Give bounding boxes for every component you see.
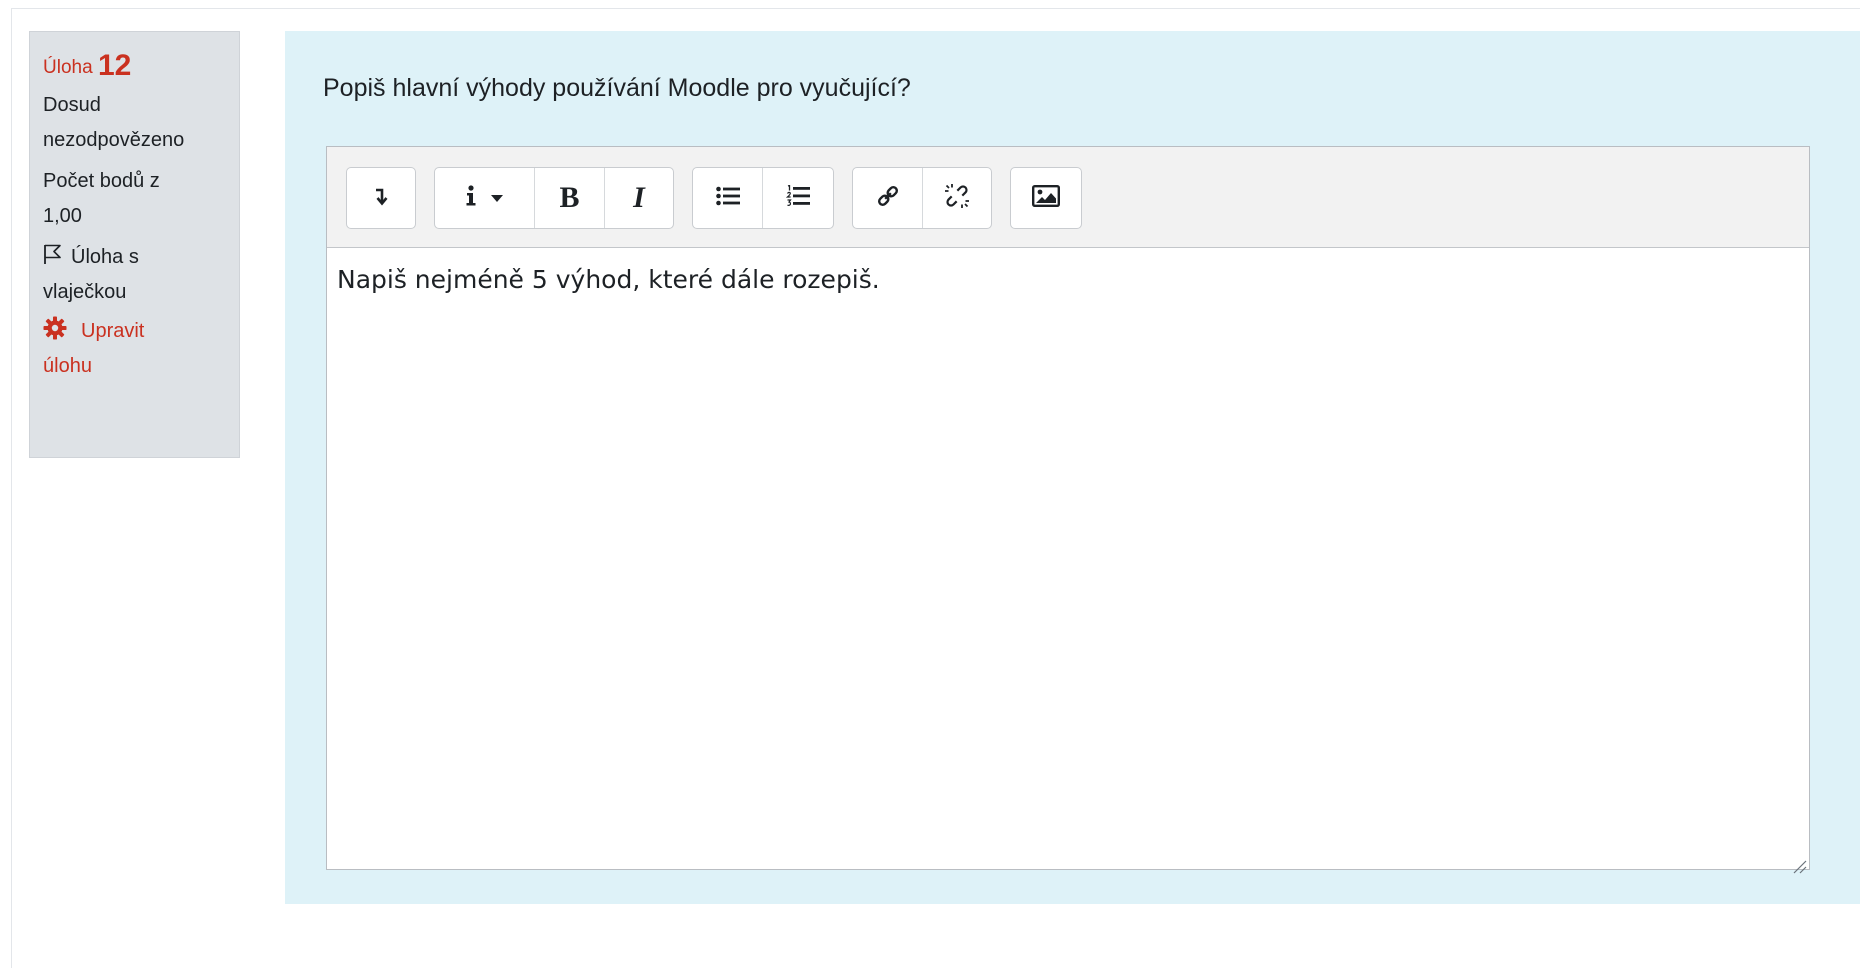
question-text: Popiš hlavní výhody používání Moodle pro…: [323, 74, 911, 102]
question-number-value: 12: [97, 49, 132, 82]
unlink-icon: [944, 183, 970, 214]
expand-toolbar-icon: [373, 186, 389, 211]
edit-label-1[interactable]: Upravit: [81, 320, 144, 342]
gear-icon: [43, 316, 67, 340]
toolbar-group-media: [1010, 167, 1082, 229]
edit-question-link[interactable]: Upravit úlohu: [43, 314, 227, 384]
edit-label-2[interactable]: úlohu: [43, 349, 227, 384]
flag-question-link[interactable]: Úloha s vlaječkou: [43, 240, 227, 310]
paragraph-styles-button[interactable]: [435, 168, 535, 228]
question-content-panel: Popiš hlavní výhody používání Moodle pro…: [285, 31, 1860, 904]
grade-line-2: 1,00: [43, 205, 82, 227]
ordered-list-icon: [785, 184, 810, 212]
toolbar-group-links: [852, 167, 992, 229]
question-grade: Počet bodů z 1,00: [43, 164, 227, 234]
editor-text[interactable]: Napiš nejméně 5 výhod, které dále rozepi…: [337, 265, 880, 294]
unlink-button[interactable]: [923, 168, 991, 228]
toolbar-group-collapse: [346, 167, 416, 229]
flag-icon: [43, 242, 63, 264]
italic-icon: I: [633, 181, 645, 214]
toolbar-group-style: B I: [434, 167, 674, 229]
resize-handle-icon[interactable]: [1791, 851, 1807, 874]
image-icon: [1032, 184, 1061, 212]
link-button[interactable]: [853, 168, 923, 228]
insert-image-button[interactable]: [1011, 168, 1081, 228]
flag-label-1[interactable]: Úloha s: [71, 246, 139, 268]
expand-toolbar-button[interactable]: [347, 168, 415, 228]
status-line-1: Dosud: [43, 94, 101, 116]
bold-icon: B: [559, 181, 580, 214]
ordered-list-button[interactable]: [763, 168, 833, 228]
italic-button[interactable]: I: [605, 168, 673, 228]
info-icon: [463, 184, 507, 213]
question-number: Úloha 12: [43, 49, 227, 82]
atto-editor: B I Napiš nejméně 5 výhod, které dále ro…: [326, 146, 1810, 874]
unordered-list-button[interactable]: [693, 168, 763, 228]
editor-content-area[interactable]: Napiš nejméně 5 výhod, které dále rozepi…: [327, 248, 1809, 874]
link-icon: [876, 184, 900, 213]
toolbar-group-lists: [692, 167, 834, 229]
unordered-list-icon: [715, 186, 740, 211]
status-line-2: nezodpovězeno: [43, 129, 185, 151]
bold-button[interactable]: B: [535, 168, 605, 228]
question-label: Úloha: [43, 57, 93, 78]
question-info-panel: Úloha 12 Dosud nezodpovězeno Počet bodů …: [29, 31, 240, 458]
editor-toolbar: B I: [327, 147, 1809, 248]
question-status: Dosud nezodpovězeno: [43, 88, 227, 158]
grade-line-1: Počet bodů z: [43, 170, 160, 192]
flag-label-2[interactable]: vlaječkou: [43, 275, 227, 310]
